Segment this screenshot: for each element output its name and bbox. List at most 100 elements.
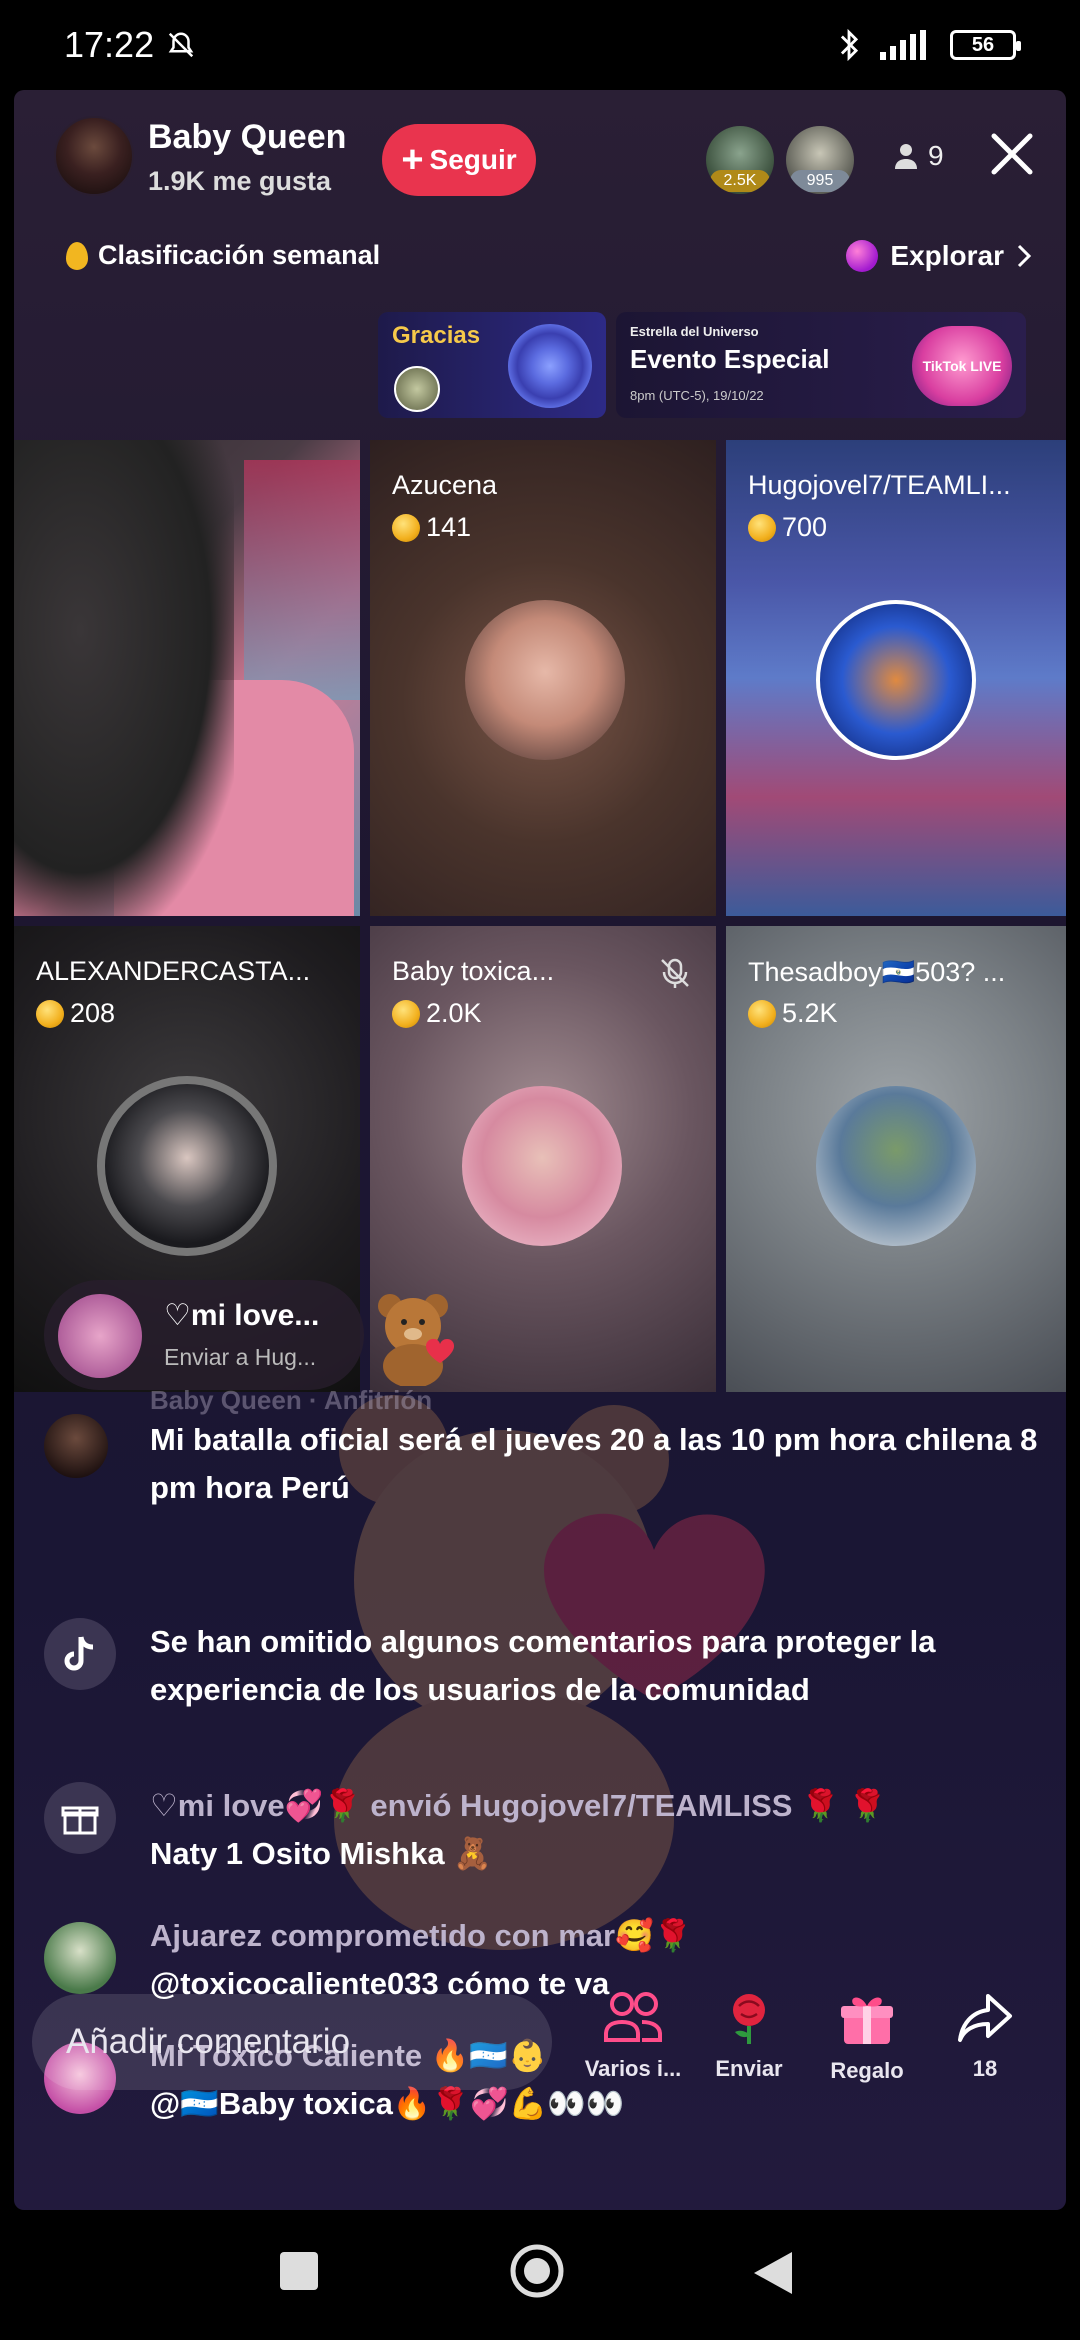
guest-avatar bbox=[462, 1086, 622, 1246]
event-banner[interactable]: Estrella del Universo Evento Especial 8p… bbox=[616, 312, 1026, 418]
guest-coin-count: 5.2K bbox=[782, 998, 838, 1028]
share-button[interactable]: 18 bbox=[930, 1990, 1040, 2082]
guest-cell[interactable]: Azucena 141 bbox=[370, 440, 716, 916]
recents-icon[interactable] bbox=[278, 2250, 320, 2292]
top-gifter-amount: 2.5K bbox=[710, 170, 770, 192]
action-label: Enviar bbox=[715, 2056, 783, 2081]
chat-message: Se han omitido algunos comentarios para … bbox=[44, 1618, 1044, 1718]
viewer-count-value: 9 bbox=[928, 140, 944, 171]
guest-avatar bbox=[816, 600, 976, 760]
guest-avatar bbox=[465, 600, 625, 760]
gift-sender-name: ♡mi love... bbox=[164, 1299, 320, 1332]
guest-avatar bbox=[816, 1086, 976, 1246]
host-hair bbox=[14, 440, 234, 916]
coin-icon bbox=[748, 513, 776, 542]
navigation-bar bbox=[0, 2210, 1080, 2340]
chat-body: ♡mi love💞🌹 envió Hugojovel7/TEAMLISS 🌹 🌹… bbox=[150, 1782, 1050, 1878]
chat-message: Baby Queen · Anfitrión Mi batalla oficia… bbox=[44, 1385, 1044, 1526]
guest-cell[interactable]: Hugojovel7/TEAMLI... 700 bbox=[726, 440, 1066, 916]
tiktok-icon bbox=[44, 1618, 116, 1690]
gift-box-icon bbox=[841, 1997, 893, 2044]
battery-level: 56 bbox=[971, 33, 995, 56]
chat-username: ♡mi love💞🌹 envió Hugojovel7/TEAMLISS 🌹 🌹 bbox=[150, 1788, 887, 1823]
bell-off-icon bbox=[168, 32, 194, 58]
coin-icon bbox=[392, 999, 420, 1028]
host-video[interactable] bbox=[14, 440, 360, 916]
chat-body: Baby Queen · Anfitrión Mi batalla oficia… bbox=[150, 1384, 1050, 1512]
guest-name: Azucena bbox=[392, 470, 498, 500]
chat-avatar[interactable] bbox=[44, 1922, 116, 1994]
explore-label: Explorar bbox=[890, 240, 1004, 271]
battery-icon: 56 bbox=[950, 30, 1021, 60]
tiktok-live-logo: TikTok LIVE bbox=[912, 326, 1012, 406]
guest-coins: 2.0K bbox=[392, 998, 482, 1029]
comment-placeholder: Añadir comentario bbox=[66, 2022, 351, 2061]
top-gifter-2[interactable]: 995 bbox=[786, 126, 854, 194]
explore-orb-icon bbox=[846, 240, 879, 272]
person-icon bbox=[895, 144, 917, 169]
guest-name: ALEXANDERCASTA... bbox=[36, 956, 311, 986]
multi-guest-icon bbox=[604, 1992, 662, 2042]
teddy-bear-gift-icon bbox=[378, 1294, 455, 1386]
thanks-label: Gracias bbox=[392, 322, 481, 349]
chevron-right-icon bbox=[1017, 244, 1032, 268]
coin-icon bbox=[36, 999, 64, 1028]
chat-text: Mi batalla oficial será el jueves 20 a l… bbox=[150, 1422, 1038, 1505]
gift-notification: ♡mi love... Enviar a Hug... bbox=[44, 1280, 364, 1390]
ranking-icon bbox=[66, 241, 88, 270]
action-label: Regalo bbox=[830, 2058, 904, 2083]
event-title: Evento Especial bbox=[630, 344, 830, 374]
share-arrow-icon bbox=[958, 1994, 1012, 2042]
guest-coins: 5.2K bbox=[748, 998, 838, 1029]
host-name[interactable]: Baby Queen bbox=[148, 118, 346, 157]
status-icons: 56 bbox=[836, 28, 1021, 62]
coin-icon bbox=[392, 513, 420, 542]
host-likes: 1.9K me gusta bbox=[148, 166, 332, 196]
explore-button[interactable]: Explorar bbox=[846, 240, 1032, 272]
background-shelf bbox=[244, 460, 360, 700]
back-icon[interactable] bbox=[752, 2250, 794, 2296]
guest-coin-count: 208 bbox=[70, 998, 116, 1028]
target-icon bbox=[508, 324, 592, 408]
signal-icon bbox=[880, 30, 926, 60]
guest-cell[interactable]: Thesadboy🇸🇻503? ... 5.2K bbox=[726, 926, 1066, 1392]
chat-username: Ajuarez comprometido con mar🥰🌹 bbox=[150, 1918, 693, 1953]
chat-avatar[interactable] bbox=[44, 1414, 108, 1478]
gift-sender-avatar bbox=[58, 1294, 142, 1378]
guest-coins: 141 bbox=[392, 512, 471, 543]
guest-avatar bbox=[97, 1076, 277, 1256]
viewer-count[interactable]: 9 bbox=[894, 140, 944, 172]
guest-coin-count: 700 bbox=[782, 512, 828, 542]
live-room: Baby Queen 1.9K me gusta + Seguir 2.5K 9… bbox=[14, 90, 1066, 2210]
send-rose-button[interactable]: Enviar bbox=[694, 1990, 804, 2082]
host-avatar[interactable] bbox=[54, 116, 134, 196]
top-gifter-1[interactable]: 2.5K bbox=[706, 126, 774, 194]
thanks-banner[interactable]: Gracias bbox=[378, 312, 606, 418]
guest-name: Baby toxica... bbox=[392, 956, 554, 987]
close-icon[interactable] bbox=[984, 126, 1040, 182]
follow-button[interactable]: + Seguir bbox=[382, 124, 536, 196]
gift-button[interactable]: Regalo bbox=[812, 1990, 922, 2084]
chat-text: Se han omitido algunos comentarios para … bbox=[150, 1624, 936, 1707]
action-label: 18 bbox=[972, 2056, 998, 2081]
bluetooth-icon bbox=[840, 28, 859, 62]
follow-label: Seguir bbox=[429, 144, 517, 175]
gift-icon bbox=[44, 1782, 116, 1854]
chat-username: Baby Queen · Anfitrión bbox=[150, 1385, 433, 1415]
status-time: 17:22 bbox=[64, 24, 155, 65]
comment-input[interactable]: Añadir comentario bbox=[32, 1994, 552, 2090]
multi-guest-button[interactable]: Varios i... bbox=[578, 1990, 688, 2082]
plus-icon: + bbox=[401, 139, 424, 181]
top-gifter-amount: 995 bbox=[790, 170, 850, 192]
chat-message: ♡mi love💞🌹 envió Hugojovel7/TEAMLISS 🌹 🌹… bbox=[44, 1782, 1044, 1882]
guest-coin-count: 2.0K bbox=[426, 998, 482, 1028]
home-icon[interactable] bbox=[508, 2242, 566, 2300]
status-time-group: 17:22 bbox=[64, 24, 196, 66]
guest-name-text: Baby toxica... bbox=[392, 956, 555, 986]
guest-coin-count: 141 bbox=[426, 512, 472, 542]
status-bar: 17:22 56 bbox=[0, 0, 1080, 90]
guest-coins: 208 bbox=[36, 998, 115, 1029]
event-subtitle: Estrella del Universo bbox=[630, 324, 759, 339]
action-label: Varios i... bbox=[584, 2056, 682, 2081]
weekly-ranking[interactable]: Clasificación semanal bbox=[66, 240, 380, 271]
